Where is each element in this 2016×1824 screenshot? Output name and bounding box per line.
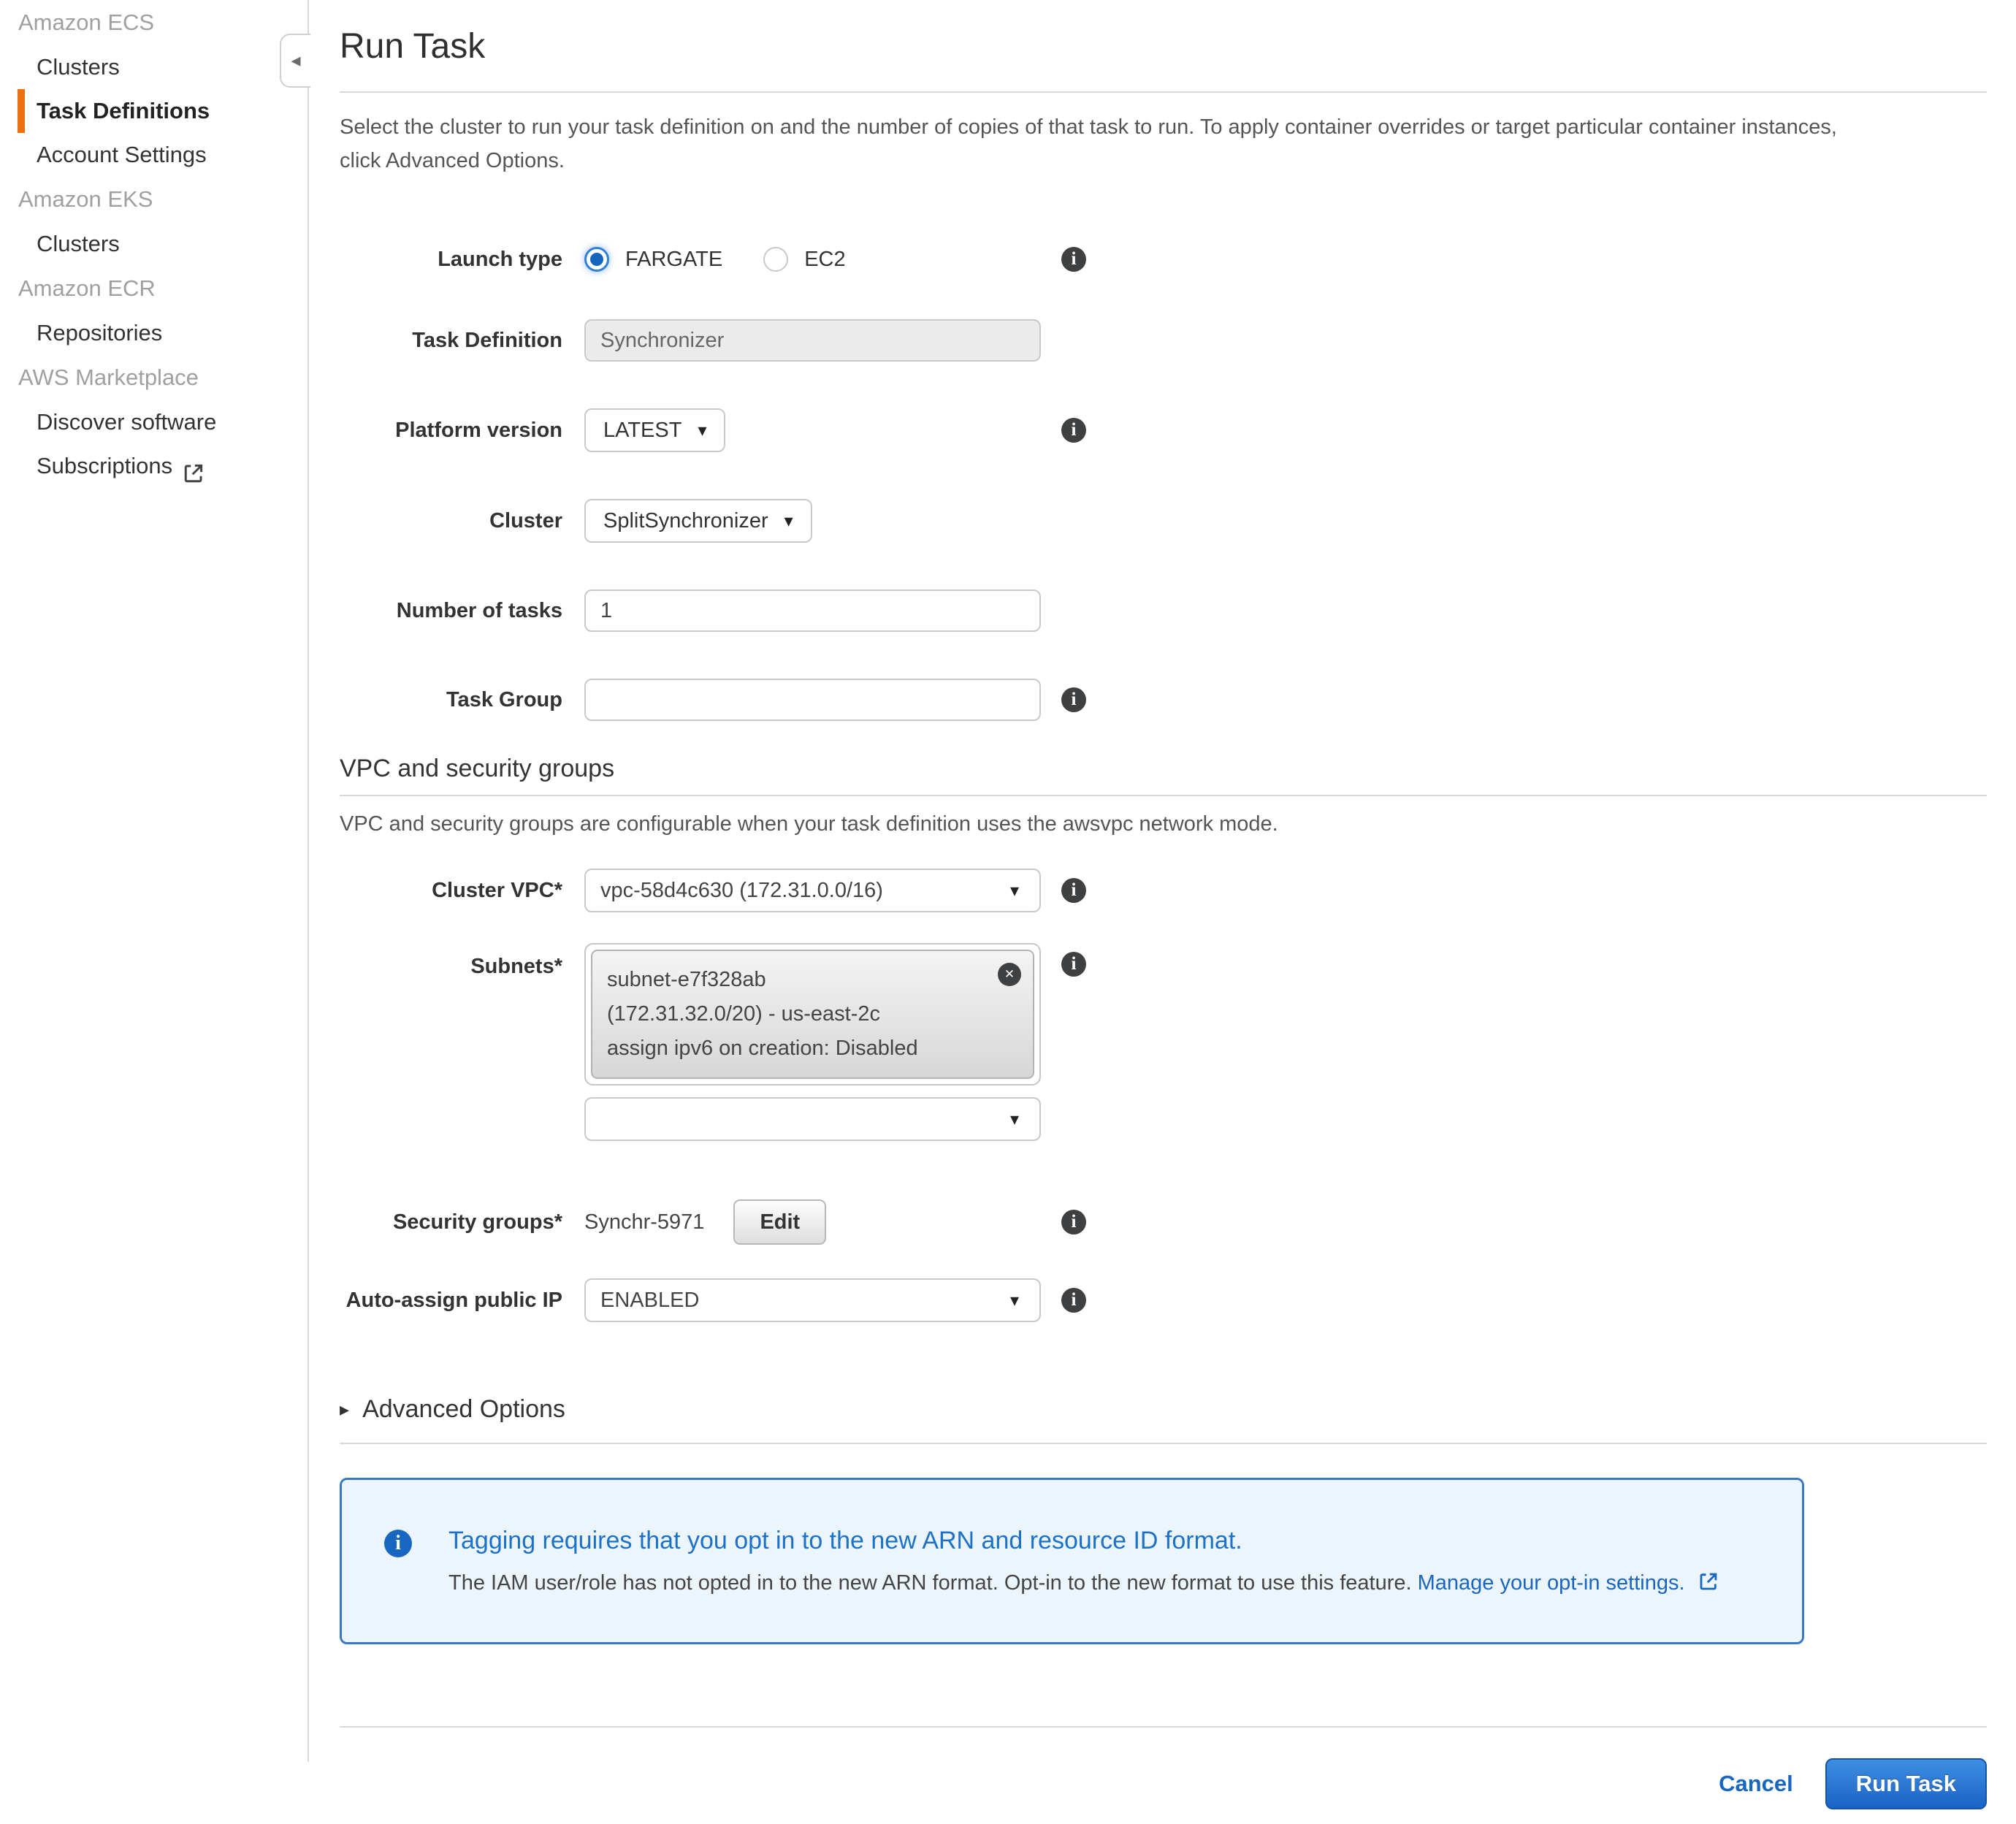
page-description: Select the cluster to run your task defi… — [340, 110, 1863, 178]
launch-type-row: Launch type FARGATE EC2 i — [340, 246, 1987, 272]
collapse-left-icon: ◂ — [291, 50, 300, 72]
chevron-down-icon: ▾ — [784, 512, 793, 530]
sidebar-item-ecs-clusters[interactable]: Clusters — [0, 45, 308, 89]
sidebar-collapse-button[interactable]: ◂ — [280, 34, 310, 88]
subnets-label: Subnets* — [340, 943, 562, 980]
cluster-dropdown[interactable]: SplitSynchronizer ▾ — [584, 499, 812, 543]
vpc-section-divider — [340, 795, 1987, 796]
run-task-button[interactable]: Run Task — [1825, 1758, 1987, 1809]
sidebar-item-discover-software[interactable]: Discover software — [0, 400, 308, 444]
cluster-vpc-label: Cluster VPC* — [340, 877, 562, 904]
chevron-down-icon: ▾ — [1010, 1291, 1019, 1309]
chevron-down-icon: ▾ — [698, 421, 706, 439]
sidebar-item-eks-clusters[interactable]: Clusters — [0, 222, 308, 266]
task-group-row: Task Group i — [340, 679, 1987, 721]
sidebar-item-repositories[interactable]: Repositories — [0, 311, 308, 355]
launch-type-options: FARGATE EC2 — [584, 247, 1041, 272]
sidebar: Amazon ECS Clusters Task Definitions Acc… — [0, 0, 309, 1762]
sidebar-header-amazon-eks: Amazon EKS — [0, 177, 308, 222]
security-group-value: Synchr-5971 — [584, 1210, 704, 1235]
sidebar-header-amazon-ecs: Amazon ECS — [0, 0, 308, 45]
vpc-section-description: VPC and security groups are configurable… — [340, 812, 1987, 836]
number-of-tasks-row: Number of tasks — [340, 589, 1987, 632]
auto-assign-ip-info-icon[interactable]: i — [1061, 1288, 1086, 1313]
task-group-info-icon[interactable]: i — [1061, 687, 1086, 712]
fargate-radio[interactable] — [584, 247, 609, 272]
platform-version-dropdown[interactable]: LATEST ▾ — [584, 408, 725, 452]
sidebar-header-amazon-ecr: Amazon ECR — [0, 266, 308, 311]
expand-right-icon: ▸ — [340, 1399, 349, 1421]
sidebar-item-subscriptions[interactable]: Subscriptions — [0, 444, 308, 488]
cluster-row: Cluster SplitSynchronizer ▾ — [340, 499, 1987, 543]
cancel-button[interactable]: Cancel — [1719, 1771, 1793, 1797]
auto-assign-ip-select[interactable]: ENABLED ▾ — [584, 1278, 1041, 1322]
footer-divider — [340, 1726, 1987, 1728]
subnets-selected-list: subnet-e7f328ab (172.31.32.0/20) - us-ea… — [584, 943, 1041, 1085]
sidebar-header-aws-marketplace: AWS Marketplace — [0, 355, 308, 400]
ec2-radio[interactable] — [763, 247, 788, 272]
fargate-radio-label[interactable]: FARGATE — [625, 248, 722, 272]
launch-type-label: Launch type — [340, 246, 562, 272]
vpc-section-title: VPC and security groups — [340, 755, 1987, 783]
info-icon: i — [384, 1530, 412, 1557]
external-link-icon — [1698, 1571, 1719, 1592]
alert-title: Tagging requires that you opt in to the … — [448, 1527, 1719, 1555]
auto-assign-ip-row: Auto-assign public IP ENABLED ▾ i — [340, 1278, 1987, 1322]
advanced-options-divider — [340, 1443, 1987, 1444]
security-groups-row: Security groups* Synchr-5971 Edit i — [340, 1199, 1987, 1245]
task-definition-row: Task Definition — [340, 319, 1987, 362]
external-link-icon — [183, 455, 205, 477]
platform-version-row: Platform version LATEST ▾ i — [340, 408, 1987, 452]
subnets-select[interactable]: ▾ — [584, 1097, 1041, 1141]
advanced-options-toggle[interactable]: ▸ Advanced Options — [340, 1395, 1987, 1424]
task-group-input[interactable] — [584, 679, 1041, 721]
run-task-page: Amazon ECS Clusters Task Definitions Acc… — [0, 0, 2016, 1762]
cluster-vpc-select[interactable]: vpc-58d4c630 (172.31.0.0/16) ▾ — [584, 869, 1041, 912]
security-groups-label: Security groups* — [340, 1209, 562, 1235]
chevron-down-icon: ▾ — [1010, 882, 1019, 899]
alert-text: The IAM user/role has not opted in to th… — [448, 1571, 1719, 1595]
sidebar-item-account-settings[interactable]: Account Settings — [0, 133, 308, 177]
task-definition-input — [584, 319, 1041, 362]
title-divider — [340, 91, 1987, 93]
auto-assign-ip-label: Auto-assign public IP — [340, 1278, 562, 1313]
subnets-info-icon[interactable]: i — [1061, 952, 1086, 977]
task-group-label: Task Group — [340, 687, 562, 713]
arn-optin-alert: i Tagging requires that you opt in to th… — [340, 1478, 1804, 1644]
ec2-radio-label[interactable]: EC2 — [804, 248, 845, 272]
cluster-vpc-info-icon[interactable]: i — [1061, 878, 1086, 903]
launch-type-info-icon[interactable]: i — [1061, 247, 1086, 272]
task-definition-label: Task Definition — [340, 327, 562, 354]
main-content: Run Task Select the cluster to run your … — [309, 0, 2016, 1762]
edit-security-groups-button[interactable]: Edit — [733, 1199, 826, 1245]
advanced-options-label: Advanced Options — [362, 1395, 565, 1424]
security-groups-info-icon[interactable]: i — [1061, 1210, 1086, 1235]
manage-optin-settings-link[interactable]: Manage your opt-in settings. — [1418, 1571, 1685, 1595]
number-of-tasks-input[interactable] — [584, 589, 1041, 632]
number-of-tasks-label: Number of tasks — [340, 598, 562, 624]
fargate-radio-dot — [590, 253, 603, 266]
subnets-row: Subnets* subnet-e7f328ab (172.31.32.0/20… — [340, 943, 1987, 1141]
platform-version-label: Platform version — [340, 417, 562, 443]
cluster-vpc-row: Cluster VPC* vpc-58d4c630 (172.31.0.0/16… — [340, 869, 1987, 912]
subnet-chip: subnet-e7f328ab (172.31.32.0/20) - us-ea… — [591, 950, 1034, 1079]
footer-actions: Cancel Run Task — [340, 1758, 1987, 1824]
sidebar-item-task-definitions[interactable]: Task Definitions — [18, 89, 308, 133]
remove-subnet-icon[interactable]: ✕ — [998, 963, 1021, 986]
cluster-label: Cluster — [340, 508, 562, 534]
platform-version-info-icon[interactable]: i — [1061, 418, 1086, 443]
page-title: Run Task — [340, 26, 1987, 66]
chevron-down-icon: ▾ — [1010, 1110, 1019, 1128]
